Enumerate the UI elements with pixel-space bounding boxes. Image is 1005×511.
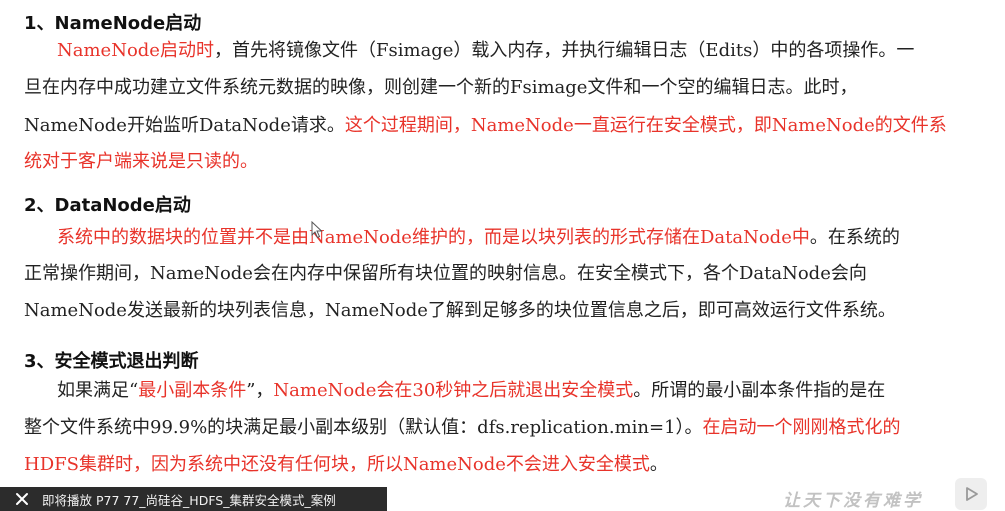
- next-video-title[interactable]: 即将播放 P77 77_尚硅谷_HDFS_集群安全模式_案例: [42, 490, 336, 509]
- body-text: 。在系统的: [809, 227, 900, 248]
- body-text: NameNode发送最新的块列表信息，NameNode了解到足够多的块位置信息之…: [24, 300, 896, 321]
- body-text: ，首先将镜像文件（Fsimage）载入内存，并执行编辑日志（Edits）中的各项…: [213, 40, 915, 61]
- body-text: 。所谓的最小副本条件指的是在: [633, 380, 886, 401]
- body-text: 旦在内存中成功建立文件系统元数据的映像，则创建一个新的Fsimage文件和一个空…: [24, 77, 858, 98]
- highlighted-text: 这个过程期间，NameNode一直运行在安全模式，即NameNode的文件系: [344, 115, 947, 136]
- section-heading-3: 3、安全模式退出判断: [24, 351, 199, 372]
- section-3-line-2: 整个文件系统中99.9%的块满足最小副本级别（默认值：dfs.replicati…: [24, 416, 901, 440]
- document-page: 1、NameNode启动 NameNode启动时，首先将镜像文件（Fsimage…: [0, 0, 1005, 511]
- highlighted-text: 统对于客户端来说是只读的。: [24, 151, 258, 172]
- highlighted-text: HDFS集群时，因为系统中还没有任何块，所以NameNode不会进入安全模式: [24, 454, 650, 475]
- section-1-line-1: NameNode启动时，首先将镜像文件（Fsimage）载入内存，并执行编辑日志…: [57, 39, 914, 63]
- highlighted-text: 最小副本条件: [138, 380, 247, 401]
- close-icon[interactable]: [14, 491, 30, 507]
- watermark-text: 让天下没有难学: [783, 491, 923, 511]
- highlighted-text: 在启动一个刚刚格式化的: [702, 417, 901, 438]
- section-heading-1: 1、NameNode启动: [24, 13, 202, 34]
- play-icon: [966, 487, 978, 501]
- mouse-cursor-icon: [311, 221, 323, 239]
- next-video-banner[interactable]: 即将播放 P77 77_尚硅谷_HDFS_集群安全模式_案例: [0, 487, 387, 511]
- highlighted-text: NameNode会在30秒钟之后就退出安全模式: [273, 380, 634, 401]
- section-1-line-4: 统对于客户端来说是只读的。: [24, 150, 258, 174]
- section-2-line-3: NameNode发送最新的块列表信息，NameNode了解到足够多的块位置信息之…: [24, 299, 896, 323]
- highlighted-text: NameNode启动时: [57, 40, 214, 61]
- section-1-line-3: NameNode开始监听DataNode请求。这个过程期间，NameNode一直…: [24, 114, 947, 138]
- body-text: 。: [649, 454, 668, 475]
- section-3-line-1: 如果满足“最小副本条件”，NameNode会在30秒钟之后就退出安全模式。所谓的…: [57, 379, 885, 403]
- body-text: ”，: [246, 380, 274, 401]
- section-1-line-2: 旦在内存中成功建立文件系统元数据的映像，则创建一个新的Fsimage文件和一个空…: [24, 76, 857, 100]
- body-text: 正常操作期间，NameNode会在内存中保留所有块位置的映射信息。在安全模式下，…: [24, 263, 867, 284]
- play-button[interactable]: [955, 478, 987, 510]
- section-3-line-3: HDFS集群时，因为系统中还没有任何块，所以NameNode不会进入安全模式。: [24, 453, 668, 477]
- highlighted-text: 系统中的数据块的位置并不是由NameNode维护的，而是以块列表的形式存储在Da…: [57, 227, 810, 248]
- section-heading-2: 2、DataNode启动: [24, 195, 191, 216]
- body-text: NameNode开始监听DataNode请求。: [24, 115, 345, 136]
- body-text: 整个文件系统中99.9%的块满足最小副本级别（默认值：dfs.replicati…: [24, 417, 703, 438]
- section-2-line-1: 系统中的数据块的位置并不是由NameNode维护的，而是以块列表的形式存储在Da…: [57, 226, 900, 250]
- section-2-line-2: 正常操作期间，NameNode会在内存中保留所有块位置的映射信息。在安全模式下，…: [24, 262, 867, 286]
- body-text: 如果满足“: [57, 380, 139, 401]
